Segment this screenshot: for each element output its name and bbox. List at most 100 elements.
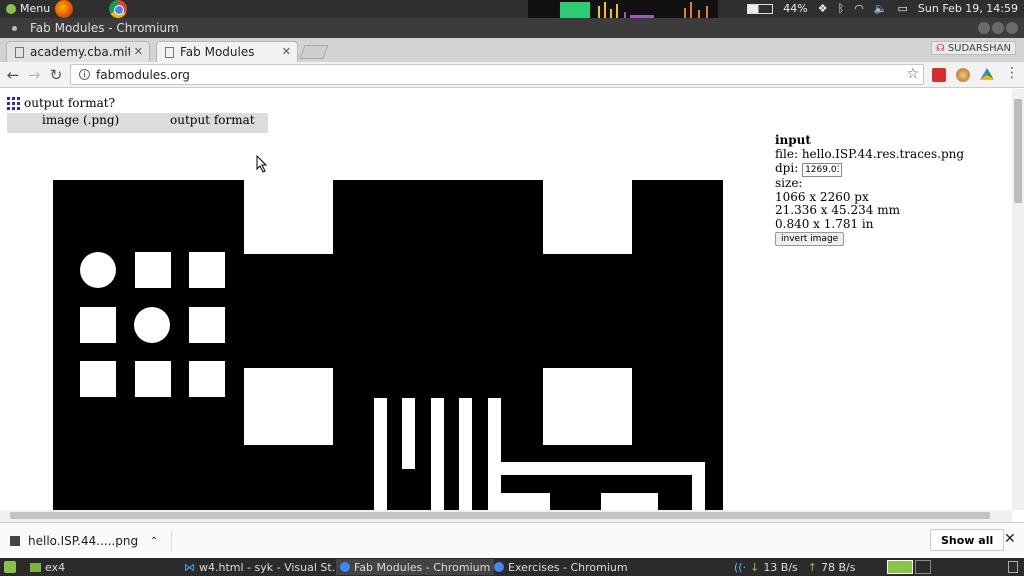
system-menu-button[interactable]: Menu (6, 2, 50, 15)
window-title: Fab Modules - Chromium (30, 21, 179, 35)
prompt-text: output format? (24, 96, 116, 110)
page-icon (165, 46, 174, 58)
profile-icon: ☊ (935, 42, 945, 54)
horizontal-scrollbar[interactable] (0, 510, 1012, 522)
task-label: w4.html - syk - Visual St... (199, 560, 343, 574)
taskbar: ex4 ⋈ w4.html - syk - Visual St... Fab M… (0, 558, 1024, 576)
file-icon (10, 536, 20, 546)
tab-academy[interactable]: academy.cba.mit.e ✕ (6, 41, 150, 62)
task-fab-modules[interactable]: Fab Modules - Chromium (336, 559, 495, 575)
bookmark-star-icon[interactable]: ☆ (906, 66, 919, 82)
wifi-icon[interactable]: ◠ (854, 2, 864, 15)
maximize-button[interactable] (992, 22, 1004, 34)
browser-toolbar: ← → ↻ i fabmodules.org ☆ ⋮ (0, 62, 1024, 88)
window-titlebar: Fab Modules - Chromium (0, 18, 1024, 38)
dropbox-icon[interactable]: ❖ (818, 2, 828, 15)
output-format-menu[interactable]: output format (170, 113, 255, 127)
close-window-button[interactable] (1006, 22, 1018, 34)
download-arrow-icon: ↓ (750, 560, 760, 574)
reload-icon[interactable]: ↻ (48, 66, 64, 84)
browser-menu-icon[interactable]: ⋮ (1004, 65, 1020, 81)
task-exercises[interactable]: Exercises - Chromium (490, 559, 632, 575)
horizontal-scroll-thumb[interactable] (10, 512, 990, 519)
close-shelf-icon[interactable]: ✕ (1004, 531, 1016, 547)
minimize-button[interactable] (978, 22, 990, 34)
battery-percent: 44% (783, 2, 808, 15)
pcb-traces-image (53, 180, 723, 510)
size-label: size: (775, 176, 803, 190)
bluetooth-icon[interactable]: ᛒ (838, 2, 845, 15)
format-menu-bar: image (.png) output format (7, 113, 268, 133)
extension-red-icon[interactable] (932, 68, 946, 82)
workspace-2[interactable] (915, 560, 931, 574)
power-icon[interactable]: ▭ (898, 2, 908, 15)
download-shelf: hello.ISP.44.....png ⌃ Show all ✕ (0, 522, 1024, 558)
battery-icon[interactable] (747, 3, 774, 14)
menu-label: Menu (20, 2, 51, 15)
forward-icon[interactable]: → (26, 66, 42, 84)
dpi-label: dpi: (775, 161, 799, 175)
upload-arrow-icon: ↑ (807, 560, 818, 574)
size-in: 0.840 x 1.781 in (775, 216, 874, 231)
size-px: 1066 x 2260 px (775, 189, 869, 204)
file-name: hello.ISP.44.res.traces.png (801, 146, 965, 161)
net-down: 13 B/s (763, 560, 798, 574)
url-text: fabmodules.org (96, 67, 190, 82)
profile-button[interactable]: ☊ SUDARSHAN (930, 41, 1016, 55)
network-speed: ((· ↓ 13 B/s ↑ 78 B/s (730, 559, 860, 575)
download-item[interactable]: hello.ISP.44.....png ⌃ (10, 530, 172, 552)
address-bar[interactable]: i fabmodules.org ☆ (70, 64, 924, 85)
new-tab-button[interactable] (299, 45, 329, 59)
task-label: Exercises - Chromium (508, 560, 628, 574)
trash-icon[interactable] (1008, 561, 1018, 573)
firefox-launcher-icon[interactable] (55, 0, 73, 18)
input-info-panel: input file: hello.ISP.44.res.traces.png … (775, 133, 965, 246)
network-icon: ((· (734, 560, 747, 574)
extension-cookie-icon[interactable] (956, 68, 970, 82)
mouse-cursor-icon (256, 155, 268, 173)
google-drive-icon[interactable] (980, 68, 994, 80)
chromium-icon (340, 562, 350, 572)
tab-fab-modules[interactable]: Fab Modules ✕ (156, 41, 298, 62)
vscode-icon: ⋈ (184, 560, 195, 574)
folder-icon (30, 562, 41, 572)
file-row: file: hello.ISP.44.res.traces.png (775, 146, 965, 162)
grid-menu-icon[interactable] (7, 96, 20, 110)
size-mm: 21.336 x 45.234 mm (775, 203, 900, 217)
chevron-up-icon[interactable]: ⌃ (150, 536, 158, 547)
vertical-scroll-thumb[interactable] (1014, 99, 1022, 203)
back-icon[interactable]: ← (5, 66, 21, 84)
task-vscode[interactable]: ⋈ w4.html - syk - Visual St... (180, 559, 346, 575)
file-label: file: (775, 146, 798, 161)
show-all-button[interactable]: Show all (930, 529, 1005, 551)
system-panel: Menu 44% ❖ ᛒ ◠ 🔈 ▭ Sun Feb 19, 14:59 (0, 0, 1024, 18)
workspace-1[interactable] (887, 560, 913, 574)
show-desktop-icon[interactable] (4, 561, 16, 573)
profile-name: SUDARSHAN (947, 42, 1011, 54)
download-file-name: hello.ISP.44.....png (28, 534, 139, 548)
chromium-icon (494, 562, 504, 572)
chromium-launcher-icon[interactable] (109, 0, 127, 18)
tab-label: Fab Modules (180, 45, 255, 59)
tab-strip: academy.cba.mit.e ✕ Fab Modules ✕ (0, 38, 1024, 62)
close-tab-icon[interactable]: ✕ (134, 45, 143, 58)
task-label: Fab Modules - Chromium (354, 560, 491, 574)
clock[interactable]: Sun Feb 19, 14:59 (918, 2, 1018, 15)
system-tray: 44% ❖ ᛒ ◠ 🔈 ▭ Sun Feb 19, 14:59 (747, 2, 1018, 15)
input-format-menu[interactable]: image (.png) (42, 113, 119, 127)
info-icon[interactable]: i (79, 69, 90, 80)
window-menu-icon[interactable] (12, 26, 17, 31)
close-tab-icon[interactable]: ✕ (282, 45, 291, 58)
vertical-scrollbar[interactable] (1012, 89, 1024, 510)
invert-image-button[interactable]: invert image (775, 232, 845, 246)
dpi-input[interactable] (802, 163, 843, 177)
net-up: 78 B/s (821, 560, 856, 574)
system-monitor-graph (528, 0, 718, 18)
dpi-row: dpi: (775, 161, 964, 177)
menu-icon (6, 3, 16, 14)
input-heading: input (775, 133, 811, 147)
task-label: ex4 (45, 560, 66, 574)
tab-label: academy.cba.mit.e (30, 45, 130, 59)
volume-icon[interactable]: 🔈 (874, 2, 888, 15)
task-ex4[interactable]: ex4 (26, 559, 69, 575)
